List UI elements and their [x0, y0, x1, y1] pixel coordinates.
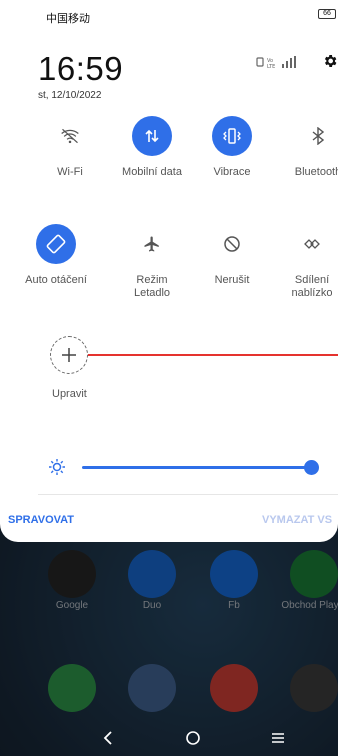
drag-indicator-line	[88, 354, 338, 356]
tile-do-not-disturb[interactable]: Nerušit	[192, 224, 272, 287]
tile-label: Auto otáčení	[25, 274, 87, 286]
tile-nearby-share[interactable]: Sdílení nablízko	[272, 224, 338, 300]
settings-gear-icon[interactable]	[322, 53, 338, 69]
tile-vibrate[interactable]: Vibrace	[192, 116, 272, 179]
add-tile-icon[interactable]	[50, 336, 88, 374]
edit-label[interactable]: Upravit	[52, 388, 87, 400]
wifi-off-icon	[50, 116, 90, 156]
tile-label: Bluetooth	[294, 166, 338, 178]
manage-button[interactable]: SPRAVOVAT	[8, 514, 74, 526]
tile-auto-rotate[interactable]: Auto otáčení	[16, 224, 96, 287]
do-not-disturb-icon	[212, 224, 252, 264]
brightness-icon	[48, 458, 66, 476]
battery-icon: 66	[318, 9, 336, 19]
tile-label: Režim Letadlo	[133, 274, 171, 299]
mobile-data-icon	[132, 116, 172, 156]
tile-mobile-data[interactable]: Mobilní data	[112, 116, 192, 179]
tile-label: Sdílení nablízko	[291, 274, 333, 299]
tile-label: Wi-Fi	[57, 166, 83, 178]
clock: 16:59	[38, 50, 124, 87]
bluetooth-icon	[298, 116, 338, 156]
clear-all-button[interactable]: VYMAZAT VS	[262, 514, 332, 526]
brightness-slider-handle[interactable]	[304, 460, 319, 475]
svg-text:LTE: LTE	[267, 64, 275, 69]
recents-menu-icon[interactable]	[266, 726, 290, 750]
date: st, 12/10/2022	[38, 90, 102, 101]
auto-rotate-icon	[36, 224, 76, 264]
tile-bluetooth[interactable]: Bluetooth	[278, 116, 338, 179]
home-icon[interactable]	[181, 726, 205, 750]
airplane-icon	[132, 224, 172, 264]
vibrate-icon	[212, 116, 252, 156]
divider	[38, 494, 338, 495]
brightness-slider-track[interactable]	[82, 466, 312, 469]
signal-indicators: Vo LTE	[256, 55, 314, 72]
tile-airplane[interactable]: Režim Letadlo	[112, 224, 192, 300]
carrier-label: 中国移动	[46, 13, 90, 25]
network-status-icon: Vo LTE	[256, 56, 296, 70]
navigation-bar	[0, 716, 338, 756]
tile-label: Mobilní data	[122, 166, 182, 178]
tile-label: Nerušit	[214, 274, 250, 286]
quick-settings-panel: 中国移动 66 16:59 st, 12/10/2022 Vo LTE Wi-F…	[0, 0, 338, 542]
back-icon[interactable]	[96, 726, 120, 750]
tile-label: Vibrace	[213, 166, 251, 178]
nearby-share-icon	[292, 224, 332, 264]
tile-wifi[interactable]: Wi-Fi	[30, 116, 110, 179]
status-bar: 中国移动 66	[0, 0, 338, 32]
